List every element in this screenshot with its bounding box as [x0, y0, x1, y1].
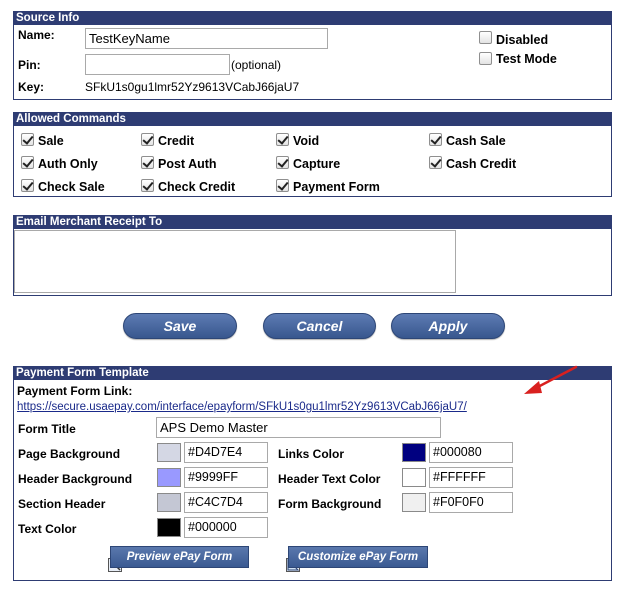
payment-form-checkbox[interactable]: [276, 179, 289, 192]
pin-label: Pin:: [18, 58, 41, 72]
source-info-header: Source Info: [14, 12, 611, 25]
cash-sale-label: Cash Sale: [446, 134, 506, 148]
email-receipt-textarea[interactable]: [14, 230, 456, 293]
form-title-input[interactable]: APS Demo Master: [156, 417, 441, 438]
credit-checkbox[interactable]: [141, 133, 154, 146]
cancel-button[interactable]: Cancel: [263, 313, 376, 339]
save-button[interactable]: Save: [123, 313, 237, 339]
pin-optional-hint: (optional): [231, 58, 282, 72]
pin-input[interactable]: [85, 54, 230, 75]
page-background-label: Page Background: [18, 447, 121, 461]
void-label: Void: [293, 134, 320, 148]
payment-form-header: Payment Form Template: [14, 367, 611, 380]
cash-credit-checkbox[interactable]: [429, 156, 442, 169]
check-sale-checkbox[interactable]: [21, 179, 34, 192]
email-receipt-header: Email Merchant Receipt To: [14, 216, 611, 229]
name-label: Name:: [18, 28, 55, 42]
capture-checkbox[interactable]: [276, 156, 289, 169]
sale-label: Sale: [38, 134, 64, 148]
name-input[interactable]: TestKeyName: [85, 28, 328, 49]
cash-sale-checkbox[interactable]: [429, 133, 442, 146]
payment-form-panel: Payment Form Template Payment Form Link:…: [13, 366, 612, 581]
header-text-color-label: Header Text Color: [278, 472, 381, 486]
sale-checkbox[interactable]: [21, 133, 34, 146]
header-background-swatch[interactable]: [157, 468, 181, 487]
customize-epay-form-button[interactable]: Customize ePay Form: [288, 546, 428, 568]
payment-form-label: Payment Form: [293, 180, 380, 194]
preview-epay-form-button[interactable]: Preview ePay Form: [110, 546, 249, 568]
payment-form-link[interactable]: https://secure.usaepay.com/interface/epa…: [17, 401, 467, 413]
cash-credit-label: Cash Credit: [446, 157, 517, 171]
auth-only-checkbox[interactable]: [21, 156, 34, 169]
section-header-label: Section Header: [18, 497, 106, 511]
disabled-label: Disabled: [496, 33, 549, 47]
form-background-input[interactable]: #F0F0F0: [429, 492, 513, 513]
header-text-color-input[interactable]: #FFFFFF: [429, 467, 513, 488]
post-auth-label: Post Auth: [158, 157, 217, 171]
source-info-panel: Source Info Name: TestKeyName Pin: (opti…: [13, 11, 612, 100]
check-credit-label: Check Credit: [158, 180, 236, 194]
text-color-label: Text Color: [18, 522, 77, 536]
check-sale-label: Check Sale: [38, 180, 105, 194]
text-color-input[interactable]: #000000: [184, 517, 268, 538]
form-background-label: Form Background: [278, 497, 382, 511]
header-background-label: Header Background: [18, 472, 133, 486]
key-label: Key:: [18, 80, 45, 94]
header-text-color-swatch[interactable]: [402, 468, 426, 487]
links-color-swatch[interactable]: [402, 443, 426, 462]
apply-button[interactable]: Apply: [391, 313, 505, 339]
form-background-swatch[interactable]: [402, 493, 426, 512]
key-value: SFkU1s0gu1lmr52Yz9613VCabJ66jaU7: [85, 80, 300, 94]
payment-form-link-label: Payment Form Link:: [17, 384, 133, 398]
links-color-label: Links Color: [278, 447, 345, 461]
capture-label: Capture: [293, 157, 341, 171]
disabled-checkbox[interactable]: [479, 31, 492, 44]
check-credit-checkbox[interactable]: [141, 179, 154, 192]
void-checkbox[interactable]: [276, 133, 289, 146]
post-auth-checkbox[interactable]: [141, 156, 154, 169]
test-mode-checkbox[interactable]: [479, 52, 492, 65]
text-color-swatch[interactable]: [157, 518, 181, 537]
section-header-input[interactable]: #C4C7D4: [184, 492, 268, 513]
section-header-swatch[interactable]: [157, 493, 181, 512]
test-mode-label: Test Mode: [496, 52, 557, 66]
allowed-commands-panel: Allowed Commands Sale Credit Void Cash S…: [13, 112, 612, 197]
allowed-commands-header: Allowed Commands: [14, 113, 611, 126]
page-background-swatch[interactable]: [157, 443, 181, 462]
header-background-input[interactable]: #9999FF: [184, 467, 268, 488]
credit-label: Credit: [158, 134, 195, 148]
email-receipt-panel: Email Merchant Receipt To: [13, 215, 612, 296]
page-background-input[interactable]: #D4D7E4: [184, 442, 268, 463]
form-title-label: Form Title: [18, 422, 76, 436]
links-color-input[interactable]: #000080: [429, 442, 513, 463]
auth-only-label: Auth Only: [38, 157, 98, 171]
